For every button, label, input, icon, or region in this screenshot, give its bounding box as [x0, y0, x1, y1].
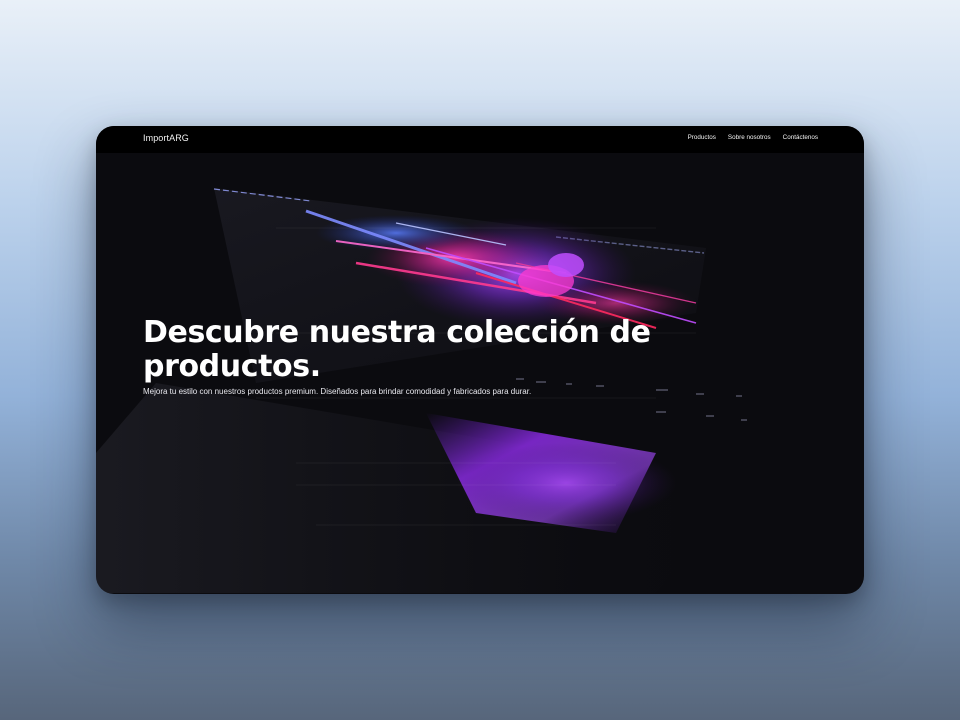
top-navbar: ImportARG Productos Sobre nosotros Contá… [96, 126, 864, 153]
nav-link-sobre-nosotros[interactable]: Sobre nosotros [728, 134, 771, 141]
browser-window: ImportARG Productos Sobre nosotros Contá… [96, 126, 864, 594]
nav-links: Productos Sobre nosotros Contáctenos [688, 134, 818, 141]
brand-logo[interactable]: ImportARG [143, 133, 189, 143]
hero-title: Descubre nuestra colección de productos. [143, 315, 651, 384]
hero-subtitle: Mejora tu estilo con nuestros productos … [143, 387, 532, 396]
hero-section: Descubre nuestra colección de productos.… [143, 315, 703, 397]
nav-link-contactenos[interactable]: Contáctenos [783, 134, 818, 141]
nav-link-productos[interactable]: Productos [688, 134, 716, 141]
